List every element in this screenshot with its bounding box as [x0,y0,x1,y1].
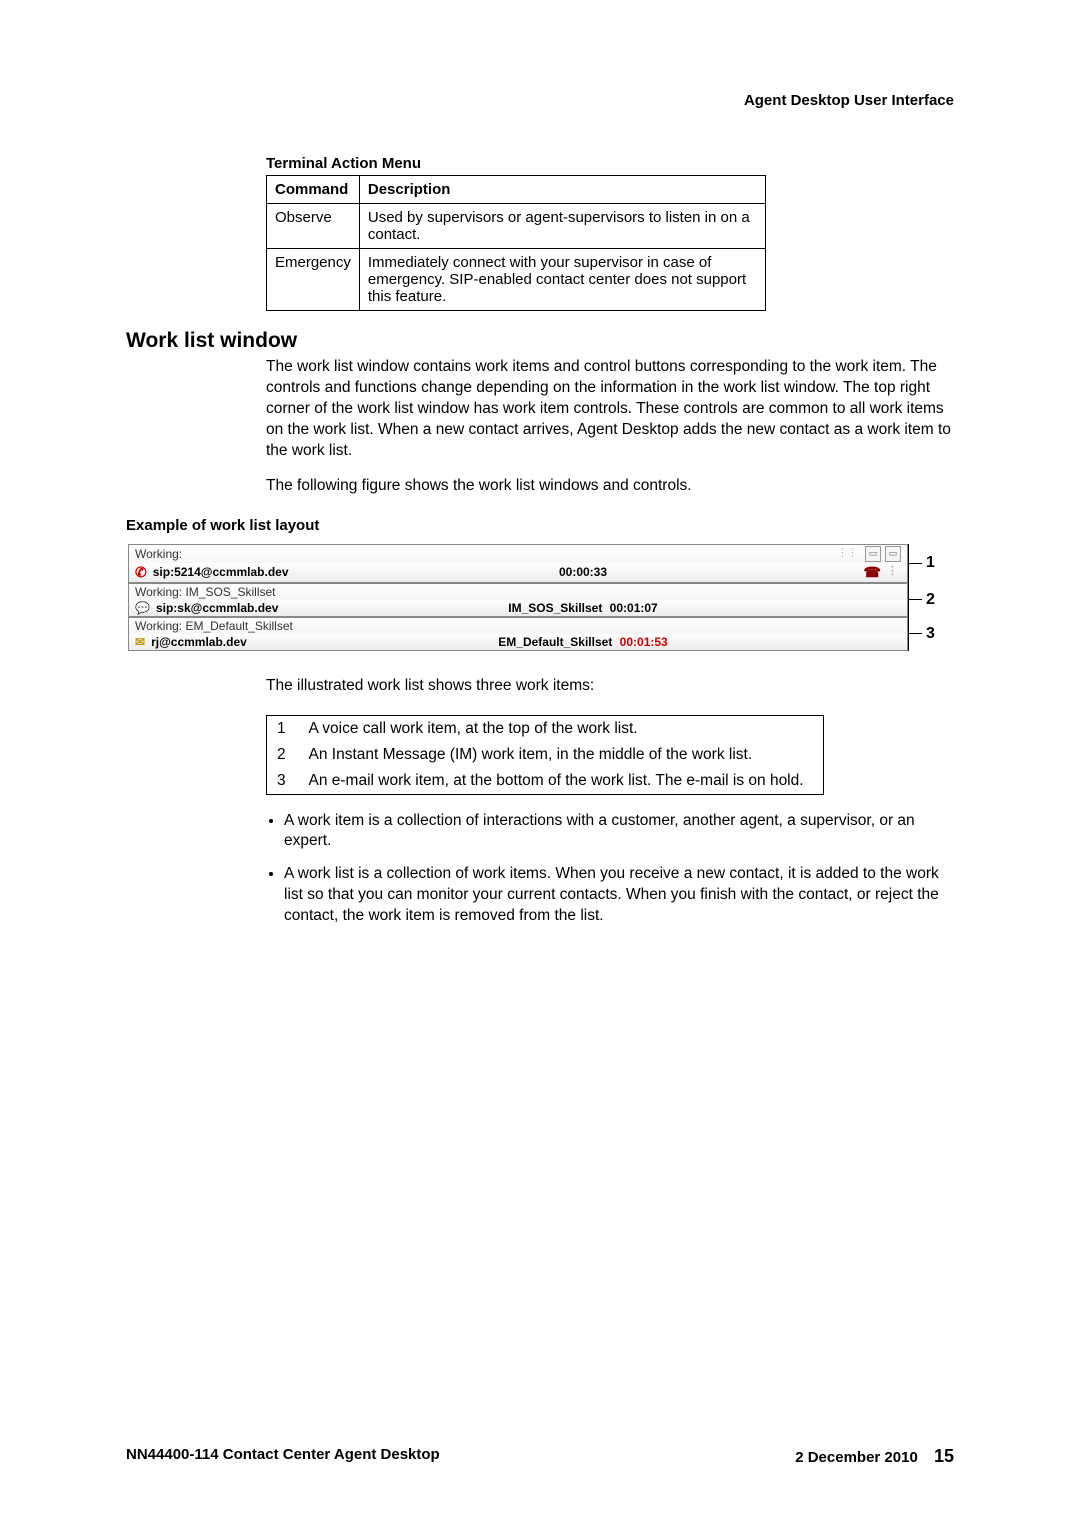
page-footer: NN44400-114 Contact Center Agent Desktop… [126,1446,954,1467]
work-item-skillset: EM_Default_Skillset [498,635,612,649]
table-row: Observe Used by supervisors or agent-sup… [267,204,766,249]
footer-doc-id: NN44400-114 Contact Center Agent Desktop [126,1446,440,1467]
legend-text: An e-mail work item, at the bottom of th… [299,768,824,795]
work-item-address: rj@ccmmlab.dev [151,635,247,649]
cmd-cell: Observe [267,204,360,249]
callout: 3 [908,617,948,651]
list-item: A work item is a collection of interacti… [284,811,954,853]
callout: 2 [908,583,948,617]
workitem-control-button[interactable]: ▭ [885,546,901,562]
legend-row: 1 A voice call work item, at the top of … [267,715,824,742]
example-title: Example of work list layout [126,517,954,534]
gripper-icon: ⋮ [887,564,897,581]
desc-cell: Used by supervisors or agent-supervisors… [359,204,765,249]
body-paragraph: The work list window contains work items… [266,357,954,462]
callout-number: 2 [926,591,935,609]
work-item-timer: 00:01:53 [620,635,668,649]
legend-table: 1 A voice call work item, at the top of … [266,715,824,795]
work-item-timer: 00:01:07 [610,601,658,615]
legend-text: An Instant Message (IM) work item, in th… [299,742,824,768]
legend-num: 3 [267,768,299,795]
list-item: A work list is a collection of work item… [284,864,954,927]
workitem-control-button[interactable]: ▭ [865,546,881,562]
work-item-address: sip:sk@ccmmlab.dev [156,601,278,615]
body-paragraph: The following figure shows the work list… [266,476,954,497]
page-header: Agent Desktop User Interface [744,92,954,109]
page-number: 15 [934,1446,954,1466]
worklist-figure: Working: ⋮⋮ ▭ ▭ ✆ sip:5214@ccmmlab.dev 0… [128,544,948,651]
legend-num: 2 [267,742,299,768]
work-item-skillset: IM_SOS_Skillset [508,601,602,615]
table-row: Emergency Immediately connect with your … [267,249,766,311]
cmd-cell: Emergency [267,249,360,311]
legend-row: 3 An e-mail work item, at the bottom of … [267,768,824,795]
work-item-timer: 00:00:33 [559,565,607,579]
work-item[interactable]: Working: ⋮⋮ ▭ ▭ ✆ sip:5214@ccmmlab.dev 0… [128,544,908,583]
work-item-status: Working: EM_Default_Skillset [135,619,293,633]
mail-icon: ✉ [135,635,145,649]
bullet-list: A work item is a collection of interacti… [284,811,954,928]
callout-number: 1 [926,554,935,572]
gripper-icon: ⋮⋮ [837,546,857,562]
callout: 1 [908,544,948,583]
callout-number: 3 [926,625,935,643]
work-item[interactable]: Working: IM_SOS_Skillset 💬 sip:sk@ccmmla… [128,583,908,617]
work-item-status: Working: [135,547,182,561]
desc-cell: Immediately connect with your supervisor… [359,249,765,311]
legend-row: 2 An Instant Message (IM) work item, in … [267,742,824,768]
im-icon: 💬 [135,601,150,615]
section-heading-worklist: Work list window [126,329,954,353]
col-description: Description [359,176,765,204]
hold-icon[interactable]: ☎ [864,564,881,581]
terminal-action-title: Terminal Action Menu [266,155,954,172]
footer-date: 2 December 2010 [795,1449,918,1466]
work-item-address: sip:5214@ccmmlab.dev [153,565,289,579]
work-item-status: Working: IM_SOS_Skillset [135,585,276,599]
legend-intro: The illustrated work list shows three wo… [266,677,954,695]
col-command: Command [267,176,360,204]
phone-icon: ✆ [135,564,147,581]
work-item[interactable]: Working: EM_Default_Skillset ✉ rj@ccmmla… [128,617,908,651]
legend-text: A voice call work item, at the top of th… [299,715,824,742]
terminal-action-table: Command Description Observe Used by supe… [266,175,766,311]
legend-num: 1 [267,715,299,742]
